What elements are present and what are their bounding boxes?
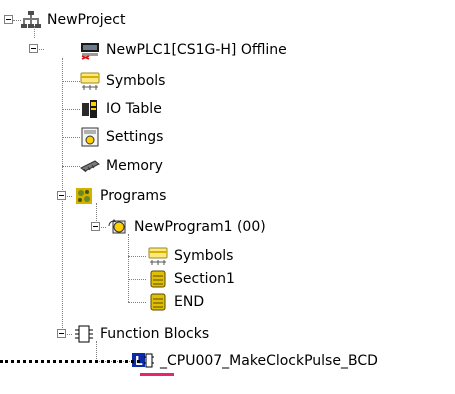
tree-connector (128, 302, 146, 303)
tree-node-function-block-item[interactable]: L _CPU007_MakeClockPulse_BCD (132, 350, 380, 372)
tree-node-section1[interactable]: Section1 (148, 268, 237, 290)
tree-node-end[interactable]: END (148, 291, 206, 313)
tree-node-settings[interactable]: Settings (80, 126, 165, 148)
tree-node-memory[interactable]: Memory (80, 155, 165, 177)
highlight-underline (140, 373, 174, 376)
tree-node-symbols[interactable]: Symbols (80, 70, 167, 92)
programs-label: Programs (100, 188, 167, 204)
function-blocks-expander[interactable] (57, 329, 66, 338)
symbols-icon (148, 247, 168, 265)
programs-expander[interactable] (57, 191, 66, 200)
memory-label: Memory (106, 158, 163, 174)
tree-node-plc[interactable]: NewPLC1[CS1G-H] Offline (80, 39, 289, 61)
program-icon (108, 219, 126, 234)
function-block-item-label: _CPU007_MakeClockPulse_BCD (160, 353, 378, 369)
program-symbols-label: Symbols (174, 248, 234, 264)
memory-icon (80, 160, 100, 173)
project-label: NewProject (47, 12, 126, 28)
settings-icon (81, 127, 99, 147)
project-tree: NewProject NewPLC1[CS1G-H] Offline Symbo… (0, 0, 455, 394)
io-table-icon (82, 100, 97, 118)
tree-connector (62, 137, 80, 138)
tree-connector (128, 234, 129, 302)
section1-label: Section1 (174, 271, 235, 287)
tree-node-io-table[interactable]: IO Table (80, 98, 164, 120)
tree-node-function-blocks[interactable]: Function Blocks (74, 323, 211, 345)
tree-connector (128, 279, 146, 280)
project-expander[interactable] (4, 15, 13, 24)
tree-node-program-symbols[interactable]: Symbols (148, 245, 235, 267)
settings-label: Settings (106, 129, 164, 145)
tree-connector (128, 256, 146, 257)
tree-connector (62, 166, 80, 167)
end-label: END (174, 294, 205, 310)
program-expander[interactable] (91, 222, 100, 231)
program-label: NewProgram1 (00) (134, 219, 266, 235)
callout-dotted-line (0, 360, 140, 363)
plc-expander[interactable] (29, 44, 38, 53)
network-project-icon (21, 11, 41, 28)
io-table-label: IO Table (106, 101, 162, 117)
programs-icon (76, 188, 92, 204)
end-icon (150, 293, 166, 311)
function-blocks-label: Function Blocks (100, 326, 210, 342)
plc-label: NewPLC1[CS1G-H] Offline (106, 42, 287, 58)
tree-connector (62, 81, 80, 82)
symbols-label: Symbols (106, 73, 166, 89)
section-icon (150, 270, 166, 288)
symbols-icon (80, 72, 100, 90)
tree-node-programs[interactable]: Programs (74, 185, 168, 207)
tree-node-project[interactable]: NewProject (21, 9, 127, 31)
plc-offline-icon (81, 43, 99, 60)
tree-connector (13, 20, 21, 21)
tree-node-program[interactable]: NewProgram1 (00) (108, 216, 268, 238)
tree-connector (62, 109, 80, 110)
function-blocks-icon (75, 325, 93, 343)
